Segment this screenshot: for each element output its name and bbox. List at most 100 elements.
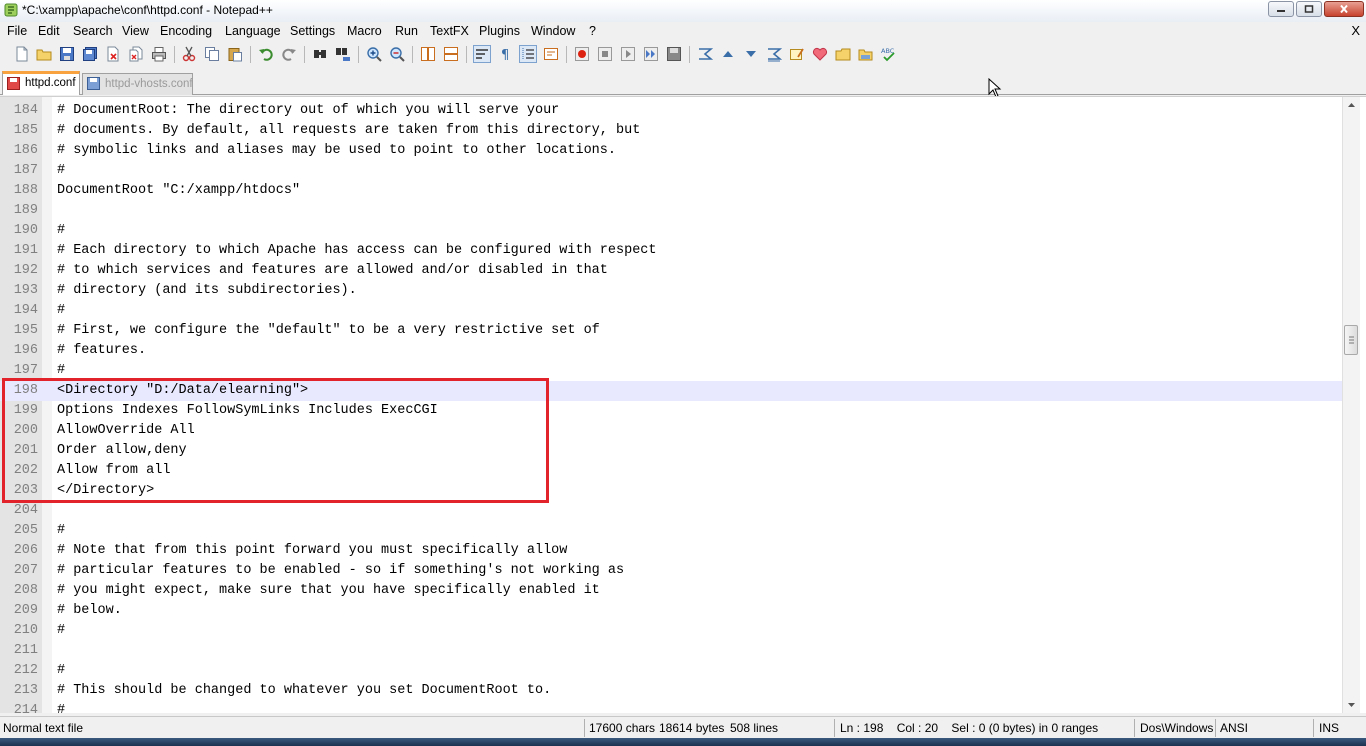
undo-icon[interactable] [258, 46, 274, 62]
code-line[interactable]: 187 # [0, 161, 1342, 181]
line-text[interactable]: # to which services and features are all… [57, 261, 608, 281]
run-macro-multiple-icon[interactable] [643, 46, 659, 62]
code-line[interactable]: 207 # particular features to be enabled -… [0, 561, 1342, 581]
line-text[interactable]: # [57, 661, 65, 681]
code-line[interactable]: 212 # [0, 661, 1342, 681]
code-line[interactable]: 190 # [0, 221, 1342, 241]
paste-icon[interactable] [227, 46, 243, 62]
vertical-scrollbar[interactable] [1342, 97, 1360, 713]
menu-language[interactable]: Language [225, 24, 281, 38]
scroll-down-icon[interactable] [1343, 696, 1360, 713]
code-line[interactable]: 210 # [0, 621, 1342, 641]
code-line[interactable]: 184 # DocumentRoot: The directory out of … [0, 101, 1342, 121]
heart-icon[interactable] [812, 46, 828, 62]
menu-run[interactable]: Run [395, 24, 418, 38]
line-text[interactable]: # Each directory to which Apache has acc… [57, 241, 657, 261]
menu-edit[interactable]: Edit [38, 24, 60, 38]
line-text[interactable]: # particular features to be enabled - so… [57, 561, 624, 581]
folder-icon[interactable] [835, 46, 851, 62]
print-icon[interactable] [151, 46, 167, 62]
sync-horizontal-icon[interactable] [443, 46, 459, 62]
close-window-button[interactable] [1324, 1, 1364, 17]
spellcheck-icon[interactable]: ABC [881, 46, 897, 62]
line-text[interactable]: # [57, 621, 65, 641]
textfx-sort-icon[interactable] [697, 46, 713, 62]
code-line[interactable]: 196 # features. [0, 341, 1342, 361]
menu-view[interactable]: View [122, 24, 149, 38]
code-line[interactable]: 206 # Note that from this point forward y… [0, 541, 1342, 561]
line-text[interactable]: # directory (and its subdirectories). [57, 281, 357, 301]
code-line[interactable]: 185 # documents. By default, all requests… [0, 121, 1342, 141]
textfx-down-icon[interactable] [743, 46, 759, 62]
line-text[interactable]: # [57, 301, 65, 321]
menu-macro[interactable]: Macro [347, 24, 382, 38]
close-all-icon[interactable] [128, 46, 144, 62]
menu-file[interactable]: File [7, 24, 27, 38]
cut-icon[interactable] [181, 46, 197, 62]
code-line[interactable]: 188 DocumentRoot "C:/xampp/htdocs" [0, 181, 1342, 201]
folder-open-icon[interactable] [858, 46, 874, 62]
sync-vertical-icon[interactable] [420, 46, 436, 62]
code-line[interactable]: 214 # [0, 701, 1342, 713]
textfx-up-icon[interactable] [720, 46, 736, 62]
line-text[interactable]: # This should be changed to whatever you… [57, 681, 551, 701]
line-text[interactable]: # [57, 221, 65, 241]
code-line[interactable]: 194 # [0, 301, 1342, 321]
code-line[interactable]: 204 [0, 501, 1342, 521]
line-text[interactable]: # symbolic links and aliases may be used… [57, 141, 616, 161]
save-macro-icon[interactable] [666, 46, 682, 62]
tab-httpd-vhosts-conf[interactable]: httpd-vhosts.conf [82, 73, 193, 95]
new-file-icon[interactable] [14, 46, 30, 62]
record-macro-icon[interactable] [574, 46, 590, 62]
textfx-edit-icon[interactable] [789, 46, 805, 62]
close-document-button[interactable]: X [1351, 23, 1360, 38]
code-line[interactable]: 186 # symbolic links and aliases may be u… [0, 141, 1342, 161]
line-text[interactable]: # DocumentRoot: The directory out of whi… [57, 101, 559, 121]
show-all-chars-icon[interactable]: ¶ [497, 46, 513, 62]
copy-icon[interactable] [204, 46, 220, 62]
line-text[interactable]: # [57, 161, 65, 181]
textfx-case-icon[interactable] [766, 46, 782, 62]
menu-textfx[interactable]: TextFX [430, 24, 469, 38]
zoom-out-icon[interactable] [389, 46, 405, 62]
tab-httpd-conf[interactable]: httpd.conf [2, 71, 80, 95]
line-text[interactable]: # features. [57, 341, 146, 361]
scroll-up-icon[interactable] [1343, 97, 1360, 114]
line-text[interactable]: # [57, 701, 65, 713]
text-editor[interactable]: 184 # DocumentRoot: The directory out of … [0, 96, 1366, 713]
save-icon[interactable] [59, 46, 75, 62]
code-line[interactable]: 193 # directory (and its subdirectories). [0, 281, 1342, 301]
code-line[interactable]: 208 # you might expect, make sure that yo… [0, 581, 1342, 601]
line-text[interactable]: # below. [57, 601, 122, 621]
stop-record-icon[interactable] [597, 46, 613, 62]
code-line[interactable]: 192 # to which services and features are … [0, 261, 1342, 281]
line-text[interactable]: # documents. By default, all requests ar… [57, 121, 640, 141]
find-icon[interactable] [312, 46, 328, 62]
close-file-icon[interactable] [105, 46, 121, 62]
redo-icon[interactable] [281, 46, 297, 62]
menu-encoding[interactable]: Encoding [160, 24, 212, 38]
code-line[interactable]: 191 # Each directory to which Apache has … [0, 241, 1342, 261]
line-text[interactable]: DocumentRoot "C:/xampp/htdocs" [57, 181, 300, 201]
menu-settings[interactable]: Settings [290, 24, 335, 38]
line-text[interactable]: # First, we configure the "default" to b… [57, 321, 600, 341]
menu-window[interactable]: Window [531, 24, 575, 38]
scroll-thumb[interactable] [1344, 325, 1358, 355]
code-line[interactable]: 209 # below. [0, 601, 1342, 621]
menu-plugins[interactable]: Plugins [479, 24, 520, 38]
line-text[interactable]: # [57, 521, 65, 541]
zoom-in-icon[interactable] [366, 46, 382, 62]
indent-guide-icon[interactable] [519, 45, 537, 63]
doc-map-icon[interactable] [543, 46, 559, 62]
menu-help[interactable]: ? [589, 24, 596, 38]
open-file-icon[interactable] [36, 46, 52, 62]
menu-search[interactable]: Search [73, 24, 113, 38]
minimize-button[interactable] [1268, 1, 1294, 17]
word-wrap-icon[interactable] [473, 45, 491, 63]
code-line[interactable]: 195 # First, we configure the "default" t… [0, 321, 1342, 341]
maximize-button[interactable] [1296, 1, 1322, 17]
line-text[interactable]: # Note that from this point forward you … [57, 541, 567, 561]
code-line[interactable]: 205 # [0, 521, 1342, 541]
code-line[interactable]: 213 # This should be changed to whatever … [0, 681, 1342, 701]
line-text[interactable]: # you might expect, make sure that you h… [57, 581, 600, 601]
